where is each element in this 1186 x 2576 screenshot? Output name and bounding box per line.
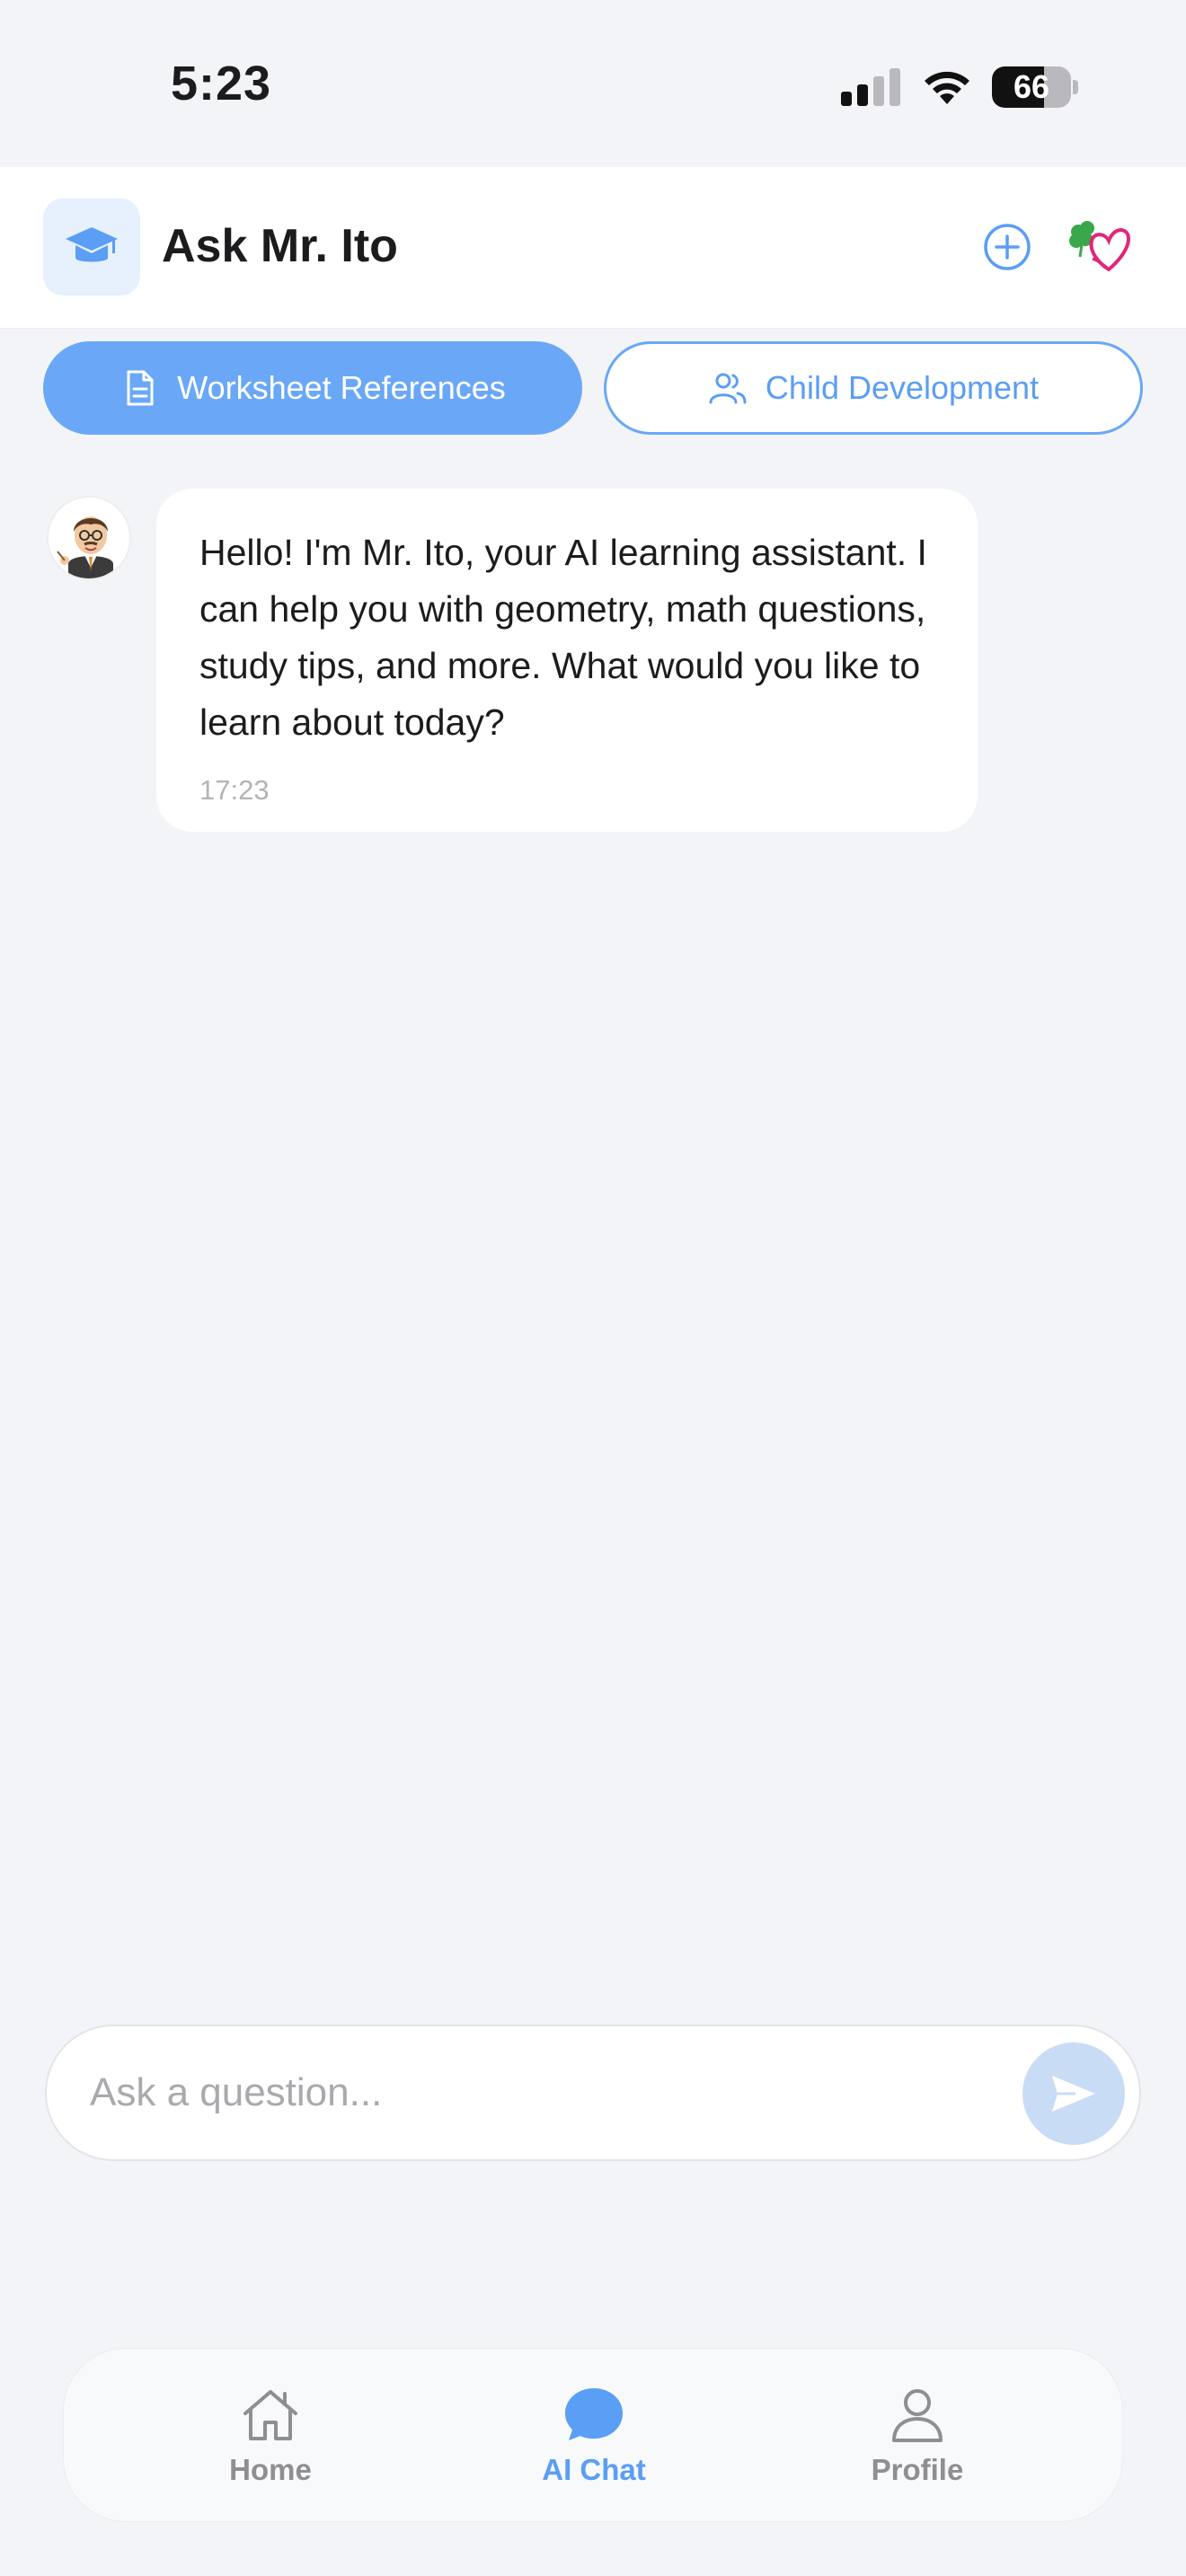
nav-item-profile[interactable]: Profile [828,2383,1007,2500]
status-bar: 5:23 66 [0,0,1186,167]
nav-label-home: Home [229,2453,312,2486]
page-title: Ask Mr. Ito [162,220,398,272]
nav-label-profile: Profile [871,2453,964,2486]
send-icon [1052,2076,1095,2112]
message-composer [45,2025,1141,2161]
question-input[interactable] [90,2026,988,2159]
tab-child-development[interactable]: Child Development [604,341,1143,435]
nav-label-ai-chat: AI Chat [542,2453,646,2486]
status-time: 5:23 [171,57,272,110]
person-icon [892,2389,943,2442]
tab-label: Child Development [765,369,1040,406]
users-icon [709,373,747,404]
home-icon [243,2390,297,2440]
plus-circle-icon[interactable] [983,223,1031,271]
clover-heart-logo[interactable] [1066,217,1134,277]
message-text: Hello! I'm Mr. Ito, your AI learning ass… [199,532,927,743]
battery-percent: 66 [1013,68,1050,105]
message-timestamp: 17:23 [199,774,270,806]
battery-indicator: 66 [992,66,1078,108]
document-icon [127,370,154,406]
app-screen: 5:23 66 Ask Mr. Ito Worksheet References… [0,0,1186,2576]
assistant-avatar [47,496,131,580]
nav-item-home[interactable]: Home [181,2383,360,2500]
wifi-icon [925,71,969,104]
nav-item-ai-chat[interactable]: AI Chat [504,2383,684,2500]
app-header: Ask Mr. Ito [0,167,1186,329]
assistant-message-bubble: Hello! I'm Mr. Ito, your AI learning ass… [156,489,978,832]
cellular-signal-icon [841,68,900,106]
chat-bubble-icon [565,2388,623,2440]
tab-label: Worksheet References [177,369,506,406]
bottom-nav: Home AI Chat Profile [63,2348,1123,2522]
graduation-cap-icon [43,198,140,296]
tab-worksheet-references[interactable]: Worksheet References [43,341,582,435]
send-button[interactable] [1022,2042,1125,2145]
